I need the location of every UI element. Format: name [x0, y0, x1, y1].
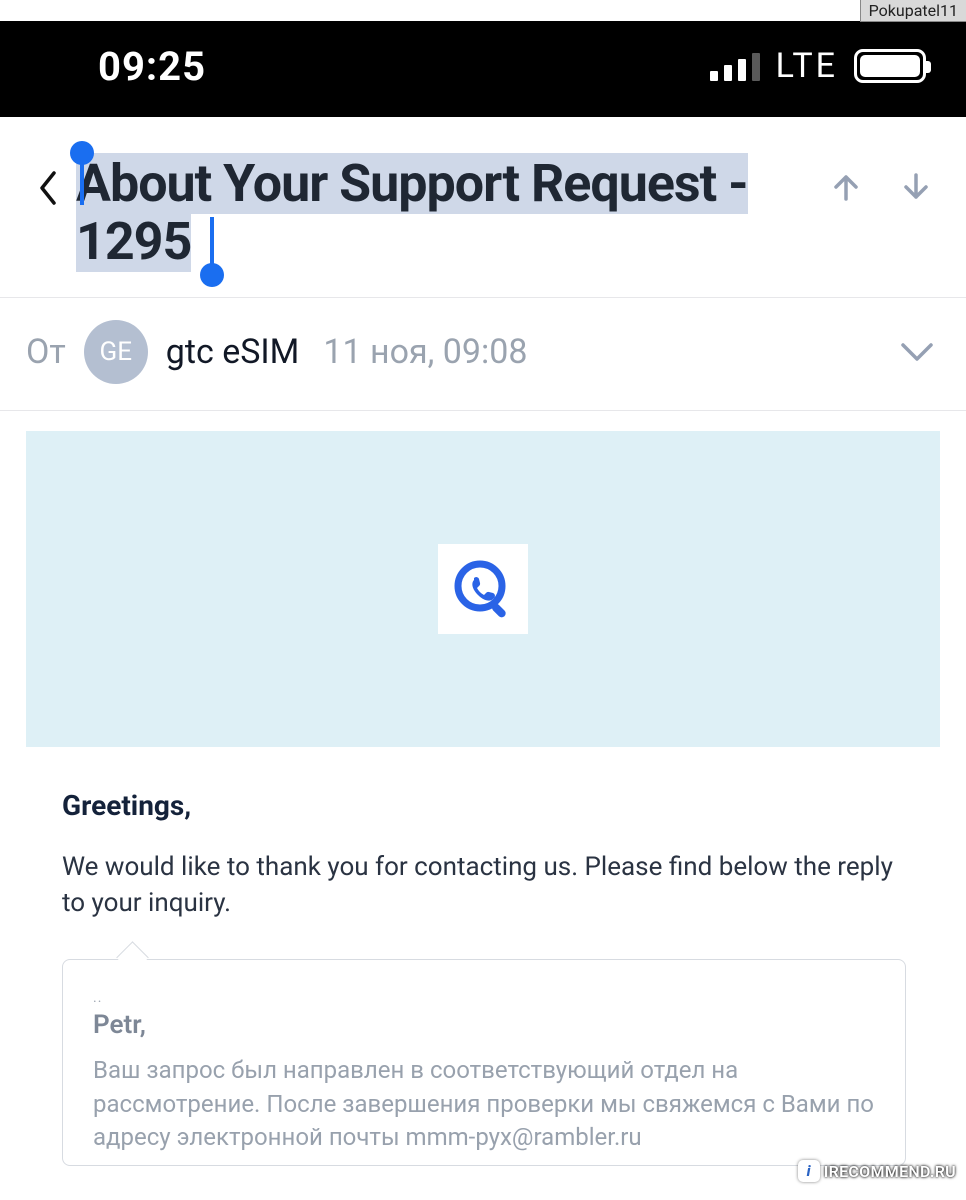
battery-icon	[854, 49, 926, 83]
quote-addressee: Petr,	[93, 1010, 875, 1040]
chevron-left-icon	[39, 171, 57, 205]
back-button[interactable]	[28, 171, 68, 205]
status-time: 09:25	[40, 43, 206, 90]
watermark-bottom-right: i IRECOMMEND.RU	[798, 1160, 956, 1182]
text-selection-handle-end[interactable]	[200, 263, 224, 287]
prev-message-button[interactable]	[828, 169, 864, 209]
status-bar: 09:25 LTE	[0, 21, 966, 117]
email-from-row: От GE gtc eSIM 11 ноя, 09:08	[0, 298, 966, 411]
watermark-top-right: Pokupatel11	[860, 0, 966, 22]
email-subject[interactable]: About Your Support Request - 1295	[76, 155, 828, 271]
greeting: Greetings,	[62, 789, 906, 822]
sender-avatar[interactable]: GE	[84, 320, 148, 384]
expand-details-button[interactable]	[900, 332, 934, 372]
signal-strength-icon	[710, 51, 760, 81]
next-message-button[interactable]	[898, 169, 934, 209]
network-type: LTE	[776, 46, 838, 86]
arrow-down-icon	[898, 169, 934, 205]
sent-date: 11 ноя, 09:08	[323, 332, 527, 372]
sender-name[interactable]: gtc eSIM	[166, 332, 300, 372]
phone-search-icon	[452, 558, 514, 620]
email-body: Greetings, We would like to thank you fo…	[0, 411, 966, 1166]
reply-quote: .. Petr, Ваш запрос был направлен в соот…	[62, 959, 906, 1166]
from-label: От	[26, 332, 66, 372]
intro-text: We would like to thank you for contactin…	[62, 850, 906, 921]
watermark-text: IRECOMMEND.RU	[824, 1162, 956, 1181]
quote-body: Ваш запрос был направлен в соответствующ…	[93, 1054, 875, 1155]
email-header: About Your Support Request - 1295	[0, 117, 966, 298]
watermark-badge: i	[798, 1160, 820, 1182]
brand-logo	[438, 544, 528, 634]
quote-ellipsis: ..	[93, 990, 875, 1006]
email-banner	[26, 431, 940, 747]
arrow-up-icon	[828, 169, 864, 205]
text-selection-caret-start	[80, 149, 84, 205]
chevron-down-icon	[900, 341, 934, 363]
